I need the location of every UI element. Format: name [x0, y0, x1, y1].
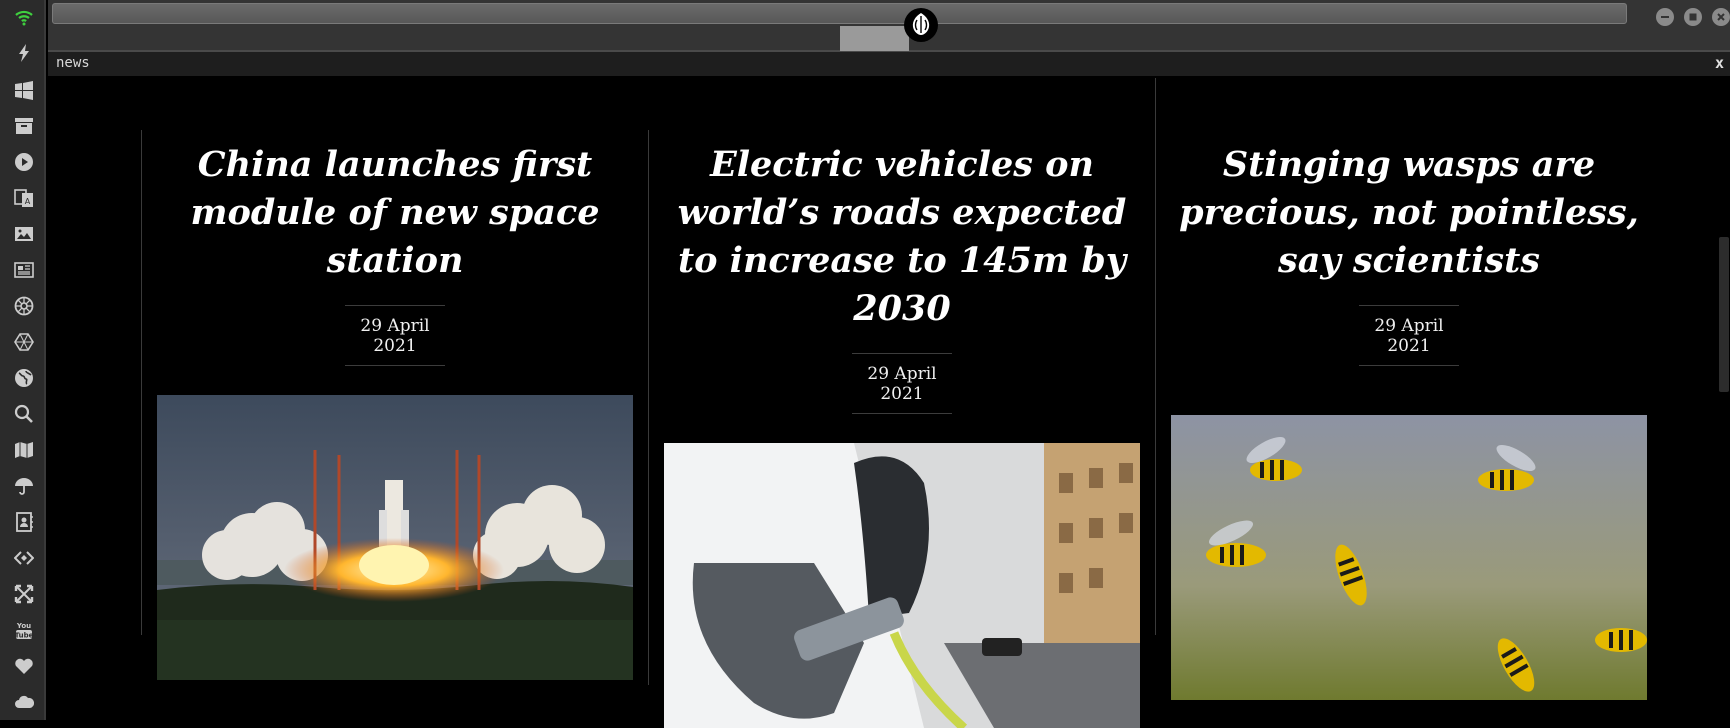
news-article[interactable]: Stinging wasps are precious, not pointle… — [1171, 141, 1647, 700]
svg-text:A: A — [25, 197, 31, 206]
scrollbar-thumb[interactable] — [1719, 237, 1729, 392]
article-image[interactable] — [157, 395, 633, 680]
heart-icon[interactable] — [13, 655, 35, 677]
search-icon[interactable] — [13, 403, 35, 425]
expand-icon[interactable] — [13, 583, 35, 605]
umbrella-icon[interactable] — [13, 475, 35, 497]
panel-title: news — [56, 55, 90, 71]
window-titlebar — [48, 0, 1730, 52]
address-bar[interactable] — [52, 3, 1627, 24]
article-title[interactable]: China launches first module of new space… — [157, 141, 633, 285]
empire-icon[interactable] — [13, 295, 35, 317]
close-icon — [1717, 13, 1725, 21]
minimize-button[interactable] — [1656, 8, 1674, 26]
rebel-alliance-icon — [904, 8, 938, 42]
article-title[interactable]: Stinging wasps are precious, not pointle… — [1171, 141, 1647, 285]
youtube-icon[interactable]: You Tube — [13, 619, 35, 641]
contacts-icon[interactable] — [13, 511, 35, 533]
close-window-button[interactable] — [1712, 8, 1730, 26]
panel-close-button[interactable]: x — [1715, 54, 1724, 72]
cloud-icon[interactable] — [13, 691, 35, 713]
scrollbar-track[interactable] — [1718, 78, 1730, 720]
play-icon[interactable] — [13, 151, 35, 173]
article-date: 29 April 2021 — [852, 353, 952, 414]
column-divider — [648, 130, 649, 685]
article-image[interactable] — [1171, 415, 1647, 700]
article-title[interactable]: Electric vehicles on world’s roads expec… — [664, 141, 1140, 333]
translate-icon[interactable]: A — [13, 187, 35, 209]
wifi-icon[interactable] — [13, 6, 35, 28]
maximize-icon — [1689, 13, 1697, 21]
bolt-icon[interactable] — [13, 42, 35, 64]
column-divider — [1155, 78, 1156, 635]
newspaper-icon[interactable] — [13, 259, 35, 281]
image-icon[interactable] — [13, 223, 35, 245]
svg-text:You: You — [16, 622, 31, 630]
article-date: 29 April 2021 — [1359, 305, 1459, 366]
code-icon[interactable] — [13, 547, 35, 569]
column-divider — [141, 130, 142, 635]
windows-icon[interactable] — [13, 79, 35, 101]
app-sidebar: A You Tube — [0, 0, 46, 720]
news-article[interactable]: China launches first module of new space… — [157, 141, 633, 680]
archive-icon[interactable] — [13, 115, 35, 137]
active-tab[interactable] — [840, 26, 909, 51]
minimize-icon — [1661, 16, 1669, 18]
news-article[interactable]: Electric vehicles on world’s roads expec… — [664, 141, 1140, 728]
map-icon[interactable] — [13, 439, 35, 461]
article-date: 29 April 2021 — [345, 305, 445, 366]
maximize-button[interactable] — [1684, 8, 1702, 26]
hexagon-icon[interactable] — [13, 331, 35, 353]
globe-icon[interactable] — [13, 367, 35, 389]
svg-text:Tube: Tube — [15, 632, 34, 640]
article-image[interactable] — [664, 443, 1140, 728]
panel-header: news x — [48, 52, 1730, 76]
